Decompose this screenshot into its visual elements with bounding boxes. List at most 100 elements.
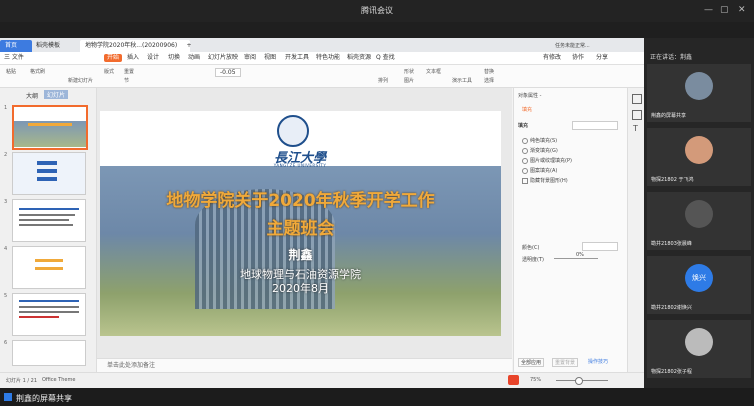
tips-link[interactable]: 操作技巧 <box>588 358 608 365</box>
tab-fill[interactable]: 填充 <box>522 106 532 113</box>
menu-search[interactable]: Q 查找 <box>376 54 395 62</box>
tab-document[interactable]: 地物学院2020年秋...(20200906) <box>80 40 190 52</box>
layout-button[interactable]: 版式 <box>104 68 114 75</box>
style-icon[interactable] <box>632 110 642 120</box>
participant-name: 物探21802张子程 <box>651 369 692 375</box>
participant-tile[interactable]: 勘井21803张晨峰 <box>647 192 751 250</box>
notes-area[interactable]: 单击此处添加备注 <box>97 358 512 373</box>
replace-button[interactable]: 替换 <box>484 68 494 75</box>
avatar: 焕兴 <box>685 264 713 292</box>
menu-transitions[interactable]: 切换 <box>168 54 180 62</box>
slide-thumbnail[interactable] <box>12 199 86 242</box>
avatar <box>685 72 713 100</box>
slide-number: 1 <box>4 105 8 111</box>
properties-icon[interactable] <box>632 94 642 104</box>
fill-option[interactable]: 纯色填充(S) <box>522 137 557 144</box>
fill-option[interactable]: 渐变填充(G) <box>522 147 558 154</box>
select-button[interactable]: 选择 <box>484 77 494 84</box>
shared-screen: 首页 稻壳模板 地物学院2020年秋...(20200906) + 任务未能正常… <box>0 38 644 388</box>
fill-option[interactable]: 图片或纹理填充(P) <box>522 157 572 164</box>
close-icon[interactable]: ✕ <box>738 5 746 15</box>
slide-thumbnail[interactable] <box>12 246 86 289</box>
participant-tile[interactable]: 焕兴 勘井21802谢焕兴 <box>647 256 751 314</box>
zoom-level[interactable]: 75% <box>530 377 541 383</box>
university-emblem-icon <box>277 115 309 147</box>
menu-docer-resources[interactable]: 稻壳资源 <box>347 54 371 62</box>
minimize-icon[interactable]: — <box>704 5 713 15</box>
apply-all-button[interactable]: 全部应用 <box>518 358 545 367</box>
slide-thumbnail[interactable] <box>12 293 86 336</box>
transparency-slider[interactable] <box>554 258 598 259</box>
color-dropdown[interactable] <box>582 242 618 251</box>
current-slide[interactable]: 長江大學 YANGTZE UNIVERSITY 地物学院关于2020年秋季开学工… <box>100 111 501 336</box>
transparency-value[interactable]: 0% <box>576 252 584 258</box>
wps-menubar: 三 文件 开始 插入 设计 切换 动画 幻灯片放映 审阅 视图 开发工具 特色功… <box>0 52 644 65</box>
arrange-button[interactable]: 排列 <box>378 77 388 84</box>
picture-button[interactable]: 图片 <box>404 77 414 84</box>
tab-docer[interactable]: 稻壳模板 <box>31 40 77 52</box>
maximize-icon[interactable]: ▢ <box>720 5 729 15</box>
color-label: 颜色(C) <box>522 245 540 251</box>
menu-share[interactable]: 分享 <box>596 54 608 62</box>
tab-slides[interactable]: 幻灯片 <box>44 90 69 99</box>
ribbon-toolbar: 粘贴 格式刷 新建幻灯片 版式 重置 节 -0.05 排列 形状 图片 文本框 … <box>0 65 644 88</box>
screen-share-bar: 荆鑫的屏幕共享 <box>0 388 754 406</box>
participant-tile[interactable]: 荆鑫的屏幕共享 <box>647 64 751 122</box>
right-toolbar: T <box>627 88 644 373</box>
university-english-name: YANGTZE UNIVERSITY <box>273 163 327 168</box>
textbox-button[interactable]: 文本框 <box>426 68 441 75</box>
paste-button[interactable]: 粘贴 <box>6 68 16 75</box>
reset-button[interactable]: 重置 <box>124 68 134 75</box>
notes-placeholder: 单击此处添加备注 <box>107 362 156 369</box>
slide-number: 3 <box>4 199 8 205</box>
menu-file[interactable]: 三 文件 <box>4 54 24 62</box>
tab-home[interactable]: 首页 <box>0 40 32 52</box>
menu-review[interactable]: 审阅 <box>244 54 256 62</box>
wps-tabbar: 首页 稻壳模板 地物学院2020年秋...(20200906) + 任务未能正常… <box>0 38 644 52</box>
reset-background-button[interactable]: 重置背景 <box>552 358 579 367</box>
participant-name: 勘井21803张晨峰 <box>651 241 692 247</box>
format-painter-button[interactable]: 格式刷 <box>30 68 45 75</box>
play-slideshow-button[interactable] <box>508 375 519 385</box>
tab-outline[interactable]: 大纲 <box>26 91 38 100</box>
slide-thumbnail[interactable] <box>12 340 86 366</box>
slide-thumbnail[interactable] <box>12 152 86 195</box>
avatar <box>685 200 713 228</box>
menu-animations[interactable]: 动画 <box>188 54 200 62</box>
window-title: 腾讯会议 <box>361 6 393 15</box>
presentation-tools-button[interactable]: 演示工具 <box>452 77 472 84</box>
presentation-date: 2020年8月 <box>272 282 329 295</box>
section-button[interactable]: 节 <box>124 77 129 84</box>
tabbar-window-label[interactable]: 任务未能正常... <box>555 42 590 49</box>
new-slide-button[interactable]: 新建幻灯片 <box>68 77 93 84</box>
slide-canvas[interactable]: 長江大學 YANGTZE UNIVERSITY 地物学院关于2020年秋季开学工… <box>97 88 512 358</box>
slide-thumbnail[interactable] <box>12 105 88 150</box>
menu-modified[interactable]: 有修改 <box>543 54 561 62</box>
slide-title-line2: 主题班会 <box>266 219 335 239</box>
zoom-slider-thumb[interactable] <box>575 377 583 385</box>
new-tab-button[interactable]: + <box>186 40 192 52</box>
statusbar: 幻灯片 1 / 21 Office Theme 75% <box>0 372 644 388</box>
fill-dropdown[interactable] <box>572 121 618 130</box>
menu-start[interactable]: 开始 <box>104 54 123 62</box>
participant-name: 勘井21802谢焕兴 <box>651 305 692 311</box>
text-icon[interactable]: T <box>633 124 638 133</box>
menu-features[interactable]: 特色功能 <box>316 54 340 62</box>
menu-developer[interactable]: 开发工具 <box>285 54 309 62</box>
menu-design[interactable]: 设计 <box>147 54 159 62</box>
participant-tile[interactable]: 物探21802 于飞鸿 <box>647 128 751 186</box>
participant-name: 荆鑫的屏幕共享 <box>651 113 687 119</box>
menu-slideshow[interactable]: 幻灯片放映 <box>208 54 238 62</box>
slide-title-line1: 地物学院关于2020年秋季开学工作 <box>166 191 435 211</box>
hide-background-checkbox[interactable]: 隐藏背景图形(H) <box>522 177 568 184</box>
menu-view[interactable]: 视图 <box>264 54 276 62</box>
fill-section-label[interactable]: 填充 <box>518 122 528 129</box>
slide-count: 幻灯片 1 / 21 <box>6 378 37 384</box>
fill-option[interactable]: 图案填充(A) <box>522 167 557 174</box>
avatar <box>685 328 713 356</box>
participant-tile[interactable]: 物探21802张子程 <box>647 320 751 378</box>
menu-collaborate[interactable]: 协作 <box>572 54 584 62</box>
shape-button[interactable]: 形状 <box>404 68 414 75</box>
menu-insert[interactable]: 插入 <box>127 54 139 62</box>
font-size-input[interactable]: -0.05 <box>215 68 241 77</box>
